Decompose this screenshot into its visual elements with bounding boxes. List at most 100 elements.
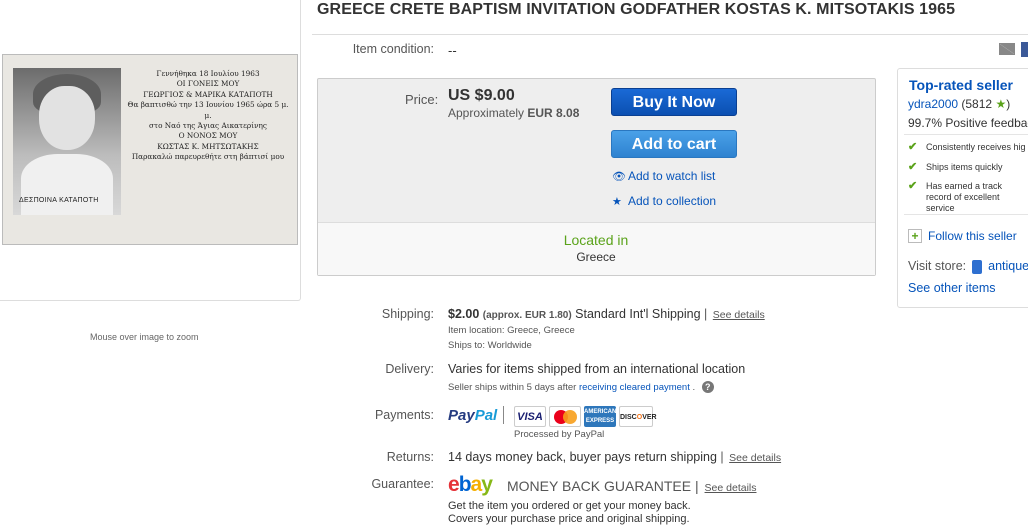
card-line: Γεννήθηκα 18 Ιουλίου 1963	[156, 69, 260, 78]
discover-c: VER	[642, 414, 657, 421]
follow-label: Follow this seller	[928, 228, 1017, 243]
guarantee-label: Guarantee:	[371, 477, 434, 491]
top-rated-seller-title: Top-rated seller	[909, 77, 1013, 93]
logo-a: a	[470, 473, 483, 496]
plus-icon: +	[908, 228, 922, 243]
seller-bullet: ✔ Has earned a track record of excellent …	[908, 181, 1028, 214]
paypal-pal: Pal	[474, 407, 498, 424]
collection-label: Add to collection	[628, 194, 717, 208]
seller-info: ydra2000 (5812 ★)	[908, 97, 1010, 111]
positive-feedback: 99.7% Positive feedback	[908, 116, 1028, 130]
paypal-pay: Pay	[448, 407, 475, 424]
feedback-star-icon: ★	[995, 97, 1007, 111]
card-line: Παρακαλώ παρευρεθήτε στη βάπτισί μου	[131, 152, 285, 162]
condition-label: Item condition:	[352, 42, 434, 56]
located-in-label: Located in	[563, 232, 629, 248]
card-line: ΟΙ ΓΟΝΕΙΣ ΜΟΥ	[176, 79, 240, 89]
seller-bullet: ✔ Consistently receives highest buyers' r…	[908, 142, 1028, 153]
price-value: US $9.00	[448, 87, 515, 104]
returns-see-details-link[interactable]: See details	[729, 452, 781, 464]
card-line: ΓΕΩΡΓΙΟΣ & ΜΑΡΙΚΑ ΚΑΤΑΠΟΤΗ	[143, 89, 273, 99]
buy-it-now-button[interactable]: Buy It Now	[611, 88, 737, 116]
eye-icon: 👁︎	[612, 171, 626, 183]
card-child-name: ΔΕΣΠΟΙΝΑ ΚΑΤΑΠΟΤΗ	[19, 197, 99, 204]
seller-bullet: ✔ Ships items quickly	[908, 162, 1028, 173]
image-gallery: ΔΕΣΠΟΙΝΑ ΚΑΤΑΠΟΤΗ Γεννήθηκα 18 Ιουλίου 1…	[0, 0, 301, 301]
condition-value: --	[448, 43, 457, 58]
card-line: Ο ΝΟΝΟΣ ΜΟΥ	[178, 131, 238, 141]
shipping-cost: $2.00	[448, 307, 480, 321]
email-icon[interactable]	[999, 43, 1015, 55]
bullet-text: Has earned a track record of excellent s…	[926, 181, 1003, 213]
amex-logo: AMERICAN EXPRESS	[584, 406, 616, 427]
item-photo[interactable]: ΔΕΣΠΟΙΝΑ ΚΑΤΑΠΟΤΗ Γεννήθηκα 18 Ιουλίου 1…	[2, 54, 298, 245]
item-title: GREECE CRETE BAPTISM INVITATION GODFATHE…	[317, 1, 956, 18]
mbg-title: MONEY BACK GUARANTEE	[507, 478, 692, 494]
payments-divider	[503, 406, 504, 424]
processed-by-paypal: Processed by PayPal	[514, 429, 605, 440]
card-invitation-text: Γεννήθηκα 18 Ιουλίου 1963 ΟΙ ΓΟΝΕΙΣ ΜΟΥ …	[123, 69, 293, 163]
location-section	[318, 222, 875, 275]
visit-store-label: Visit store:	[908, 259, 967, 273]
baby-photo	[13, 68, 121, 215]
add-to-cart-button[interactable]: Add to cart	[611, 130, 737, 158]
seller-divider	[904, 134, 1028, 135]
logo-b: b	[458, 473, 472, 496]
returns-info: 14 days money back, buyer pays return sh…	[448, 450, 782, 464]
delivery-note: Seller ships within 5 days after receivi…	[448, 381, 714, 393]
photo-face	[39, 86, 95, 150]
delivery-note-suffix: .	[692, 382, 696, 393]
discover-a: DISC	[620, 414, 637, 421]
feedback-score[interactable]: (5812	[961, 97, 992, 111]
feedback-score-close: )	[1006, 97, 1011, 111]
approx-value: EUR 8.08	[527, 106, 580, 120]
facebook-icon[interactable]	[1021, 42, 1028, 57]
seller-name-link[interactable]: ydra2000	[908, 97, 958, 111]
ships-to: Ships to: Worldwide	[448, 340, 532, 351]
returns-label: Returns:	[386, 450, 434, 464]
mastercard-logo	[549, 406, 581, 427]
approx-prefix: Approximately	[448, 106, 525, 120]
add-to-watch-list-link[interactable]: 👁︎ Add to watch list	[612, 169, 715, 183]
shipping-approx: (approx. EUR 1.80)	[482, 310, 572, 321]
help-icon[interactable]: ?	[701, 381, 714, 393]
see-other-items-link[interactable]: See other items	[908, 281, 996, 295]
store-icon	[972, 259, 983, 274]
store-link[interactable]: antiques	[988, 259, 1028, 273]
photo-dress	[21, 154, 113, 215]
money-back-guarantee: MONEY BACK GUARANTEE | See details	[507, 478, 757, 494]
discover-logo: DISCOVER	[619, 406, 657, 427]
delivery-label: Delivery:	[385, 362, 434, 376]
delivery-text: Varies for items shipped from an interna…	[448, 362, 746, 376]
card-line: στο Ναό της Άγιας Αικατερίνης	[149, 121, 267, 131]
delivery-note-prefix: Seller ships within 5 days after	[448, 382, 577, 393]
visit-store: Visit store: antiques	[908, 259, 1028, 274]
shipping-service: Standard Int'l Shipping	[575, 307, 701, 321]
shipping-info: $2.00 (approx. EUR 1.80) Standard Int'l …	[448, 307, 765, 321]
located-country: Greece	[576, 250, 616, 264]
logo-e: e	[448, 473, 460, 496]
card-line: Θα βαπτισθώ την 13 Ιουνίου 1965 ώρα 5 μ.…	[127, 100, 289, 120]
guarantee-line-2: Covers your purchase price and original …	[448, 513, 690, 525]
guarantee-line-1: Get the item you ordered or get your mon…	[448, 500, 691, 512]
card-line: ΚΩΣΤΑΣ Κ. ΜΗΤΣΩΤΑΚΗΣ	[157, 141, 259, 151]
check-icon: ✔	[908, 180, 918, 192]
bullet-text: Consistently receives highest buyers' ra…	[926, 142, 1026, 152]
bullet-text: Ships items quickly	[926, 162, 1003, 172]
check-icon: ✔	[908, 161, 918, 173]
add-to-collection-link[interactable]: ★ Add to collection	[612, 194, 716, 208]
returns-text: 14 days money back, buyer pays return sh…	[448, 450, 717, 464]
payments-label: Payments:	[374, 408, 434, 422]
check-icon: ✔	[908, 141, 918, 153]
logo-y: y	[481, 473, 493, 496]
item-location: Item location: Greece, Greece	[448, 325, 575, 336]
shipping-label: Shipping:	[381, 307, 434, 321]
zoom-hint: Mouse over image to zoom	[90, 332, 199, 342]
price-label: Price:	[405, 92, 439, 107]
seller-divider	[904, 214, 1028, 215]
shipping-see-details-link[interactable]: See details	[713, 309, 765, 321]
follow-seller-link[interactable]: + Follow this seller	[908, 228, 1017, 243]
guarantee-see-details-link[interactable]: See details	[705, 482, 757, 494]
cleared-payment-link[interactable]: receiving cleared payment	[579, 382, 690, 393]
visa-logo: VISA	[514, 406, 546, 427]
